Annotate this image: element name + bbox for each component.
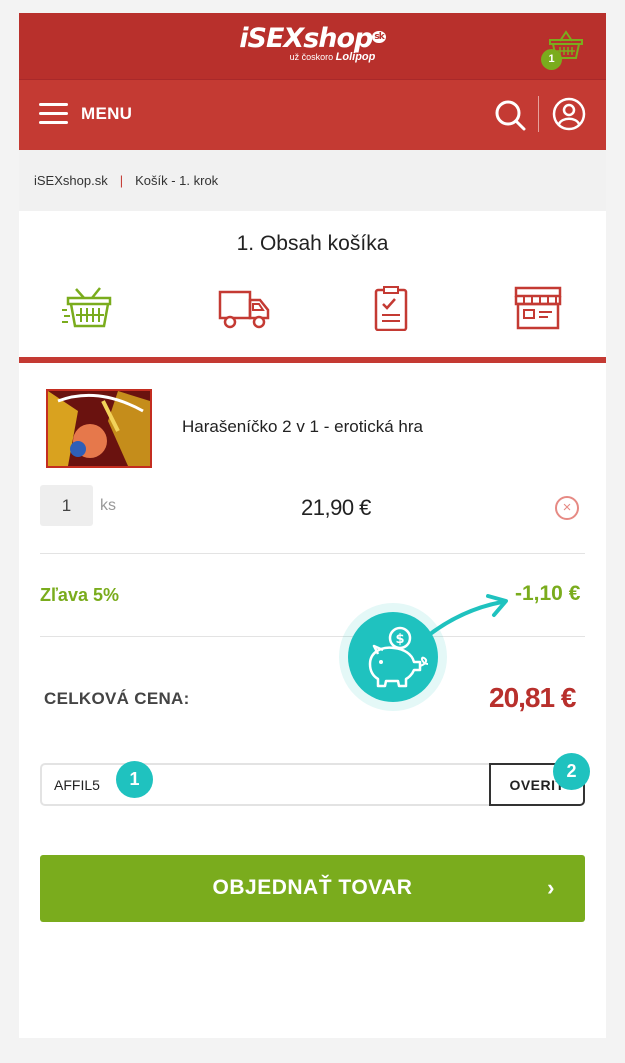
- tagline-prefix: už čoskoro: [289, 52, 334, 62]
- total-row: CELKOVÁ CENA: 20,81 €: [19, 637, 606, 763]
- piggy-bank-icon: $: [348, 612, 438, 702]
- search-icon[interactable]: [494, 99, 526, 131]
- logo-tagline: už čoskoro Lolipop: [59, 51, 606, 63]
- breadcrumb-home[interactable]: iSEXshop.sk: [34, 173, 108, 188]
- cart-button[interactable]: 1: [541, 30, 584, 70]
- nav-bar: MENU: [19, 79, 606, 150]
- order-button[interactable]: OBJEDNAŤ TOVAR ›: [40, 855, 585, 922]
- annotation-badge-2: 2: [553, 753, 590, 790]
- discount-value: -1,10 €: [515, 582, 581, 605]
- savings-highlight: $: [339, 603, 447, 711]
- coupon-input[interactable]: [40, 763, 491, 806]
- logo-brand: iSEXshop sk: [19, 23, 606, 54]
- product-image: [48, 391, 150, 466]
- nav-divider: [538, 96, 539, 132]
- coupon-row: OVERIŤ: [19, 763, 606, 855]
- checkout-steps: [19, 273, 606, 357]
- quantity-input[interactable]: 1: [40, 485, 93, 526]
- product-thumbnail[interactable]: [46, 389, 152, 468]
- discount-label: Zľava 5%: [40, 585, 119, 605]
- step-title: 1. Obsah košíka: [236, 232, 389, 255]
- menu-label[interactable]: MENU: [81, 104, 132, 124]
- clipboard-icon[interactable]: [365, 286, 417, 331]
- item-price: 21,90 €: [301, 495, 371, 520]
- basket-step-icon[interactable]: [62, 286, 114, 331]
- quantity-unit: ks: [100, 497, 116, 514]
- quantity-row: 1 ks 21,90 € ×: [19, 481, 606, 553]
- order-area: OBJEDNAŤ TOVAR ›: [19, 855, 606, 1038]
- annotation-badge-1: 1: [116, 761, 153, 798]
- breadcrumb: iSEXshop.sk | Košík - 1. krok: [19, 150, 606, 211]
- order-button-label: OBJEDNAŤ TOVAR: [212, 876, 413, 899]
- breadcrumb-separator: |: [119, 173, 124, 188]
- cart-count-badge: 1: [541, 49, 562, 70]
- remove-item-button[interactable]: ×: [555, 496, 579, 520]
- logo-suffix: sk: [372, 31, 386, 43]
- logo-brand-text: iSEXshop: [239, 23, 373, 54]
- delivery-truck-icon[interactable]: [218, 286, 270, 331]
- tagline-brand: Lolipop: [335, 51, 376, 63]
- chevron-right-icon: ›: [547, 875, 555, 900]
- cart-item: Harašeníčko 2 v 1 - erotická hra: [19, 363, 606, 481]
- breadcrumb-current: Košík - 1. krok: [135, 173, 219, 188]
- product-name[interactable]: Harašeníčko 2 v 1 - erotická hra: [182, 417, 423, 437]
- svg-text:$: $: [395, 632, 404, 647]
- top-bar: iSEXshop sk už čoskoro Lolipop 1: [19, 13, 606, 79]
- page-frame: iSEXshop sk už čoskoro Lolipop 1 MENU iS…: [19, 13, 606, 1038]
- total-value: 20,81 €: [489, 682, 576, 713]
- total-label: CELKOVÁ CENA:: [44, 689, 190, 708]
- site-logo[interactable]: iSEXshop sk už čoskoro Lolipop: [19, 23, 606, 63]
- store-icon[interactable]: [512, 286, 564, 331]
- menu-icon[interactable]: [39, 103, 68, 125]
- user-icon[interactable]: [552, 97, 586, 131]
